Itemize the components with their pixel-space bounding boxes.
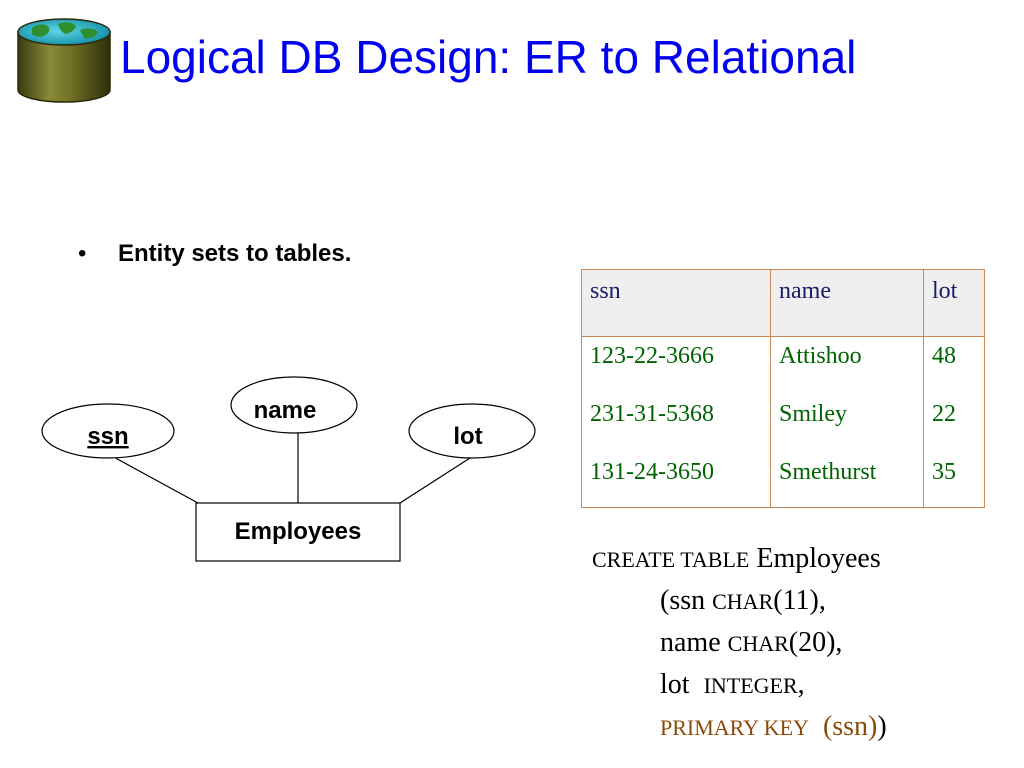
bullet-point: • Entity sets to tables. [78,240,351,268]
er-diagram: ssn name lot Employees [41,376,536,562]
table-row: 131-24-3650 Smethurst 35 [581,453,985,508]
attribute-lot-label: lot [453,423,482,450]
sql-primary-key-keyword: PRIMARY KEY [660,715,809,740]
create-table-sql: CREATE TABLE Employees (ssn CHAR(11), na… [592,538,887,748]
cell-name: Attishoo [770,336,924,395]
sql-line-ssn: (ssn CHAR(11), [592,580,887,622]
page-title: Logical DB Design: ER to Relational [120,31,857,83]
bullet-text: Entity sets to tables. [118,240,352,267]
cell-lot: 35 [932,459,956,485]
sql-line-lot: lot INTEGER, [592,664,887,706]
sql-primary-key-columns: (ssn) [822,711,878,742]
sql-line-create: CREATE TABLE Employees [592,538,887,580]
table-header-row: ssn name lot [581,269,985,337]
connector-lot [399,457,471,504]
sql-char-keyword: CHAR [712,589,774,614]
connector-ssn [109,454,199,504]
sql-integer-keyword: INTEGER [703,673,798,698]
sql-create-keyword: CREATE TABLE [592,547,750,572]
table-row: 123-22-3666 Attishoo 48 [581,336,985,395]
header-lot: lot [923,269,985,337]
employees-table: ssn name lot 123-22-3666 Attishoo 48 231… [581,269,985,508]
header-ssn: ssn [581,269,771,337]
cell-name: Smethurst [770,453,924,508]
cell-ssn: 131-24-3650 [581,453,771,508]
sql-comma: , [797,669,805,700]
table-row: 231-31-5368 Smiley 22 [581,395,985,453]
cell-name: Smiley [770,395,924,453]
cell-ssn: 123-22-3666 [581,336,771,395]
sql-ssn-column: (ssn [660,585,706,616]
sql-ssn-size: (11), [773,585,826,616]
attribute-ssn-label: ssn [87,423,128,450]
cell-lot: 48 [932,343,956,369]
attribute-name-label: name [254,397,317,424]
entity-label: Employees [235,518,362,545]
sql-table-name: Employees [756,543,881,574]
header-name: name [770,269,924,337]
database-globe-icon [17,18,111,103]
sql-line-primary-key: PRIMARY KEY (ssn)) [592,706,887,748]
sql-line-name: name CHAR(20), [592,622,887,664]
sql-name-column: name [660,627,721,658]
sql-name-size: (20), [788,627,843,658]
sql-lot-column: lot [660,669,690,700]
bullet-symbol: • [78,240,87,267]
sql-close-paren: ) [877,711,887,742]
cell-lot: 22 [932,401,956,427]
cell-ssn: 231-31-5368 [581,395,771,453]
sql-char-keyword: CHAR [727,631,789,656]
